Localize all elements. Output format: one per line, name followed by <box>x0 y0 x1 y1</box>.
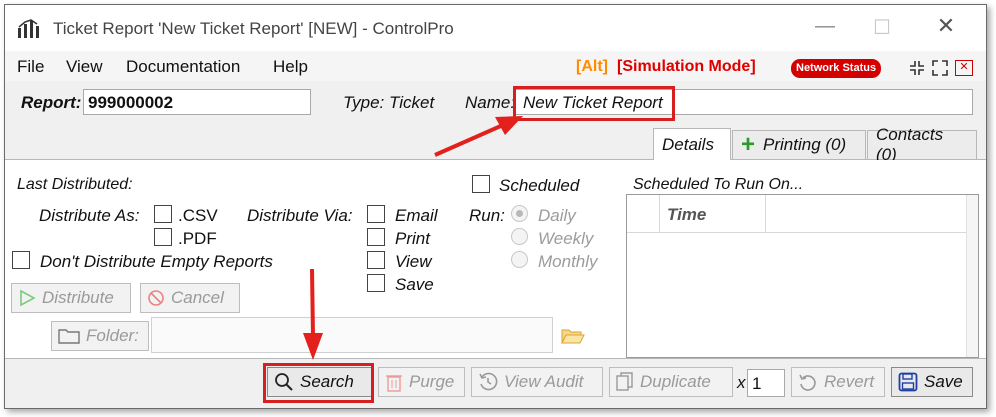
close-icon[interactable]: ✕ <box>931 13 961 39</box>
folder-input[interactable] <box>151 317 553 353</box>
folder-label-box: Folder: <box>51 321 149 351</box>
duplicate-button-label: Duplicate <box>640 372 711 391</box>
monthly-label: Monthly <box>538 252 598 271</box>
folder-label: Folder: <box>86 326 139 345</box>
expand-icon[interactable] <box>932 60 948 81</box>
type-label: Type: Ticket <box>343 93 435 112</box>
revert-button-label: Revert <box>824 372 875 391</box>
menu-file[interactable]: File <box>17 57 44 77</box>
save-via-label: Save <box>395 275 434 294</box>
cancel-icon <box>147 289 165 307</box>
save-button[interactable]: Save <box>891 367 973 397</box>
report-name-value: New Ticket Report <box>523 93 663 112</box>
report-window: Ticket Report 'New Ticket Report' [NEW] … <box>4 4 987 409</box>
play-icon <box>18 289 36 307</box>
email-checkbox[interactable] <box>367 205 385 223</box>
tab-contacts-label: Contacts (0) <box>876 125 944 164</box>
copy-icon <box>616 372 634 392</box>
weekly-radio[interactable] <box>511 228 528 245</box>
alt-indicator: [Alt] <box>576 58 608 75</box>
view-label: View <box>395 252 432 271</box>
dont-distribute-empty-checkbox[interactable] <box>12 251 30 269</box>
history-icon <box>478 372 498 392</box>
weekly-label: Weekly <box>538 229 594 248</box>
app-logo-icon <box>17 19 41 44</box>
run-label: Run: <box>469 206 505 225</box>
daily-label: Daily <box>538 206 576 225</box>
daily-radio[interactable] <box>511 205 528 222</box>
menu-view[interactable]: View <box>66 57 103 77</box>
report-number-value: 999000002 <box>88 93 174 112</box>
time-column-header[interactable]: Time <box>667 205 706 225</box>
print-checkbox[interactable] <box>367 228 385 246</box>
tab-details[interactable]: Details <box>653 128 731 160</box>
csv-checkbox[interactable] <box>154 205 172 223</box>
cancel-button-label: Cancel <box>171 288 224 307</box>
print-label: Print <box>395 229 430 248</box>
save-button-label: Save <box>924 372 963 391</box>
report-number-field[interactable]: 999000002 <box>83 89 311 115</box>
search-highlight-box <box>263 363 374 403</box>
report-label: Report: <box>21 93 82 112</box>
distribute-button-label: Distribute <box>42 288 114 307</box>
duplicate-count-input[interactable]: 1 <box>747 369 785 397</box>
view-checkbox[interactable] <box>367 251 385 269</box>
cancel-button[interactable]: Cancel <box>140 283 240 313</box>
collapse-icon[interactable] <box>909 60 925 81</box>
schedule-table: Time <box>626 194 979 358</box>
trash-icon <box>385 372 403 392</box>
last-distributed-label: Last Distributed: <box>17 176 133 193</box>
pdf-label: .PDF <box>178 229 217 248</box>
simulation-mode-indicator: [Simulation Mode] <box>617 58 756 75</box>
distribute-button[interactable]: Distribute <box>11 283 131 313</box>
menu-documentation[interactable]: Documentation <box>126 57 240 77</box>
csv-label: .CSV <box>178 206 218 225</box>
distribute-as-label: Distribute As: <box>39 206 140 225</box>
revert-button[interactable]: Revert <box>791 367 885 397</box>
tab-printing-label: Printing (0) <box>763 135 847 154</box>
floppy-disk-icon <box>898 372 918 392</box>
folder-browse-icon[interactable] <box>561 327 585 350</box>
scheduled-label: Scheduled <box>499 176 580 195</box>
multiplier-label: x <box>737 373 746 392</box>
purge-button-label: Purge <box>409 372 455 391</box>
tab-contacts[interactable]: Contacts (0) <box>867 125 977 164</box>
save-checkbox[interactable] <box>367 274 385 292</box>
schedule-table-header: Time <box>627 195 967 233</box>
monthly-radio[interactable] <box>511 251 528 268</box>
folder-icon <box>58 328 80 344</box>
annotation-arrow-name <box>434 116 523 157</box>
email-label: Email <box>395 206 438 225</box>
schedule-scrollbar[interactable] <box>966 195 978 357</box>
purge-button[interactable]: Purge <box>378 367 465 397</box>
plus-icon: + <box>741 131 756 158</box>
tab-printing[interactable]: + Printing (0) <box>732 130 866 160</box>
duplicate-button[interactable]: Duplicate <box>609 367 733 397</box>
distribute-via-label: Distribute Via: <box>247 206 353 225</box>
minimize-icon[interactable]: — <box>810 15 840 38</box>
maximize-icon[interactable]: ☐ <box>867 15 897 40</box>
revert-icon <box>798 372 818 392</box>
window-title: Ticket Report 'New Ticket Report' [NEW] … <box>53 19 454 38</box>
menu-help[interactable]: Help <box>273 57 308 77</box>
dont-distribute-empty-label: Don't Distribute Empty Reports <box>40 252 273 271</box>
view-audit-button-label: View Audit <box>504 372 584 391</box>
scheduled-to-run-label: Scheduled To Run On... <box>633 176 804 193</box>
duplicate-count-value: 1 <box>752 374 762 393</box>
scheduled-checkbox[interactable] <box>472 175 490 193</box>
pdf-checkbox[interactable] <box>154 228 172 246</box>
toolbar-divider <box>5 358 986 359</box>
network-status-badge[interactable]: Network Status <box>791 59 882 78</box>
view-audit-button[interactable]: View Audit <box>471 367 603 397</box>
tab-details-label: Details <box>662 134 714 154</box>
annotation-arrow-search <box>303 268 323 360</box>
close-small-icon[interactable]: ✕ <box>955 60 973 76</box>
